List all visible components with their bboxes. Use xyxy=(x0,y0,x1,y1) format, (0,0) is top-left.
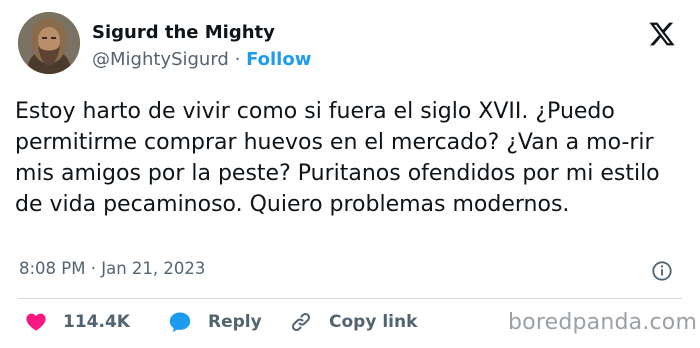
tweet-text: Estoy harto de vivir como si fuera el si… xyxy=(15,99,660,217)
copy-link-label: Copy link xyxy=(329,312,418,332)
link-icon xyxy=(291,312,311,332)
like-count: 114.4K xyxy=(63,312,130,332)
author-handle-line: @MightySigurd · Follow xyxy=(92,49,311,70)
reply-button[interactable]: Reply xyxy=(168,310,262,334)
copy-link-button[interactable]: Copy link xyxy=(289,310,417,334)
speech-bubble-icon xyxy=(169,312,191,332)
follow-button[interactable]: Follow xyxy=(246,49,311,70)
separator-dot: · xyxy=(234,49,241,70)
tweet-timestamp[interactable]: 8:08 PM · Jan 21, 2023 xyxy=(19,259,205,278)
reply-label: Reply xyxy=(208,312,262,332)
avatar[interactable] xyxy=(18,12,80,74)
divider xyxy=(18,298,682,299)
watermark: boredpanda.com xyxy=(508,310,698,335)
avatar-image xyxy=(18,12,80,74)
x-logo-icon[interactable] xyxy=(648,20,676,48)
author-handle[interactable]: @MightySigurd xyxy=(92,49,229,70)
like-button[interactable]: 114.4K xyxy=(25,310,130,334)
heart-icon xyxy=(26,313,46,331)
info-icon[interactable] xyxy=(651,260,673,282)
author-display-name[interactable]: Sigurd the Mighty xyxy=(92,22,275,43)
